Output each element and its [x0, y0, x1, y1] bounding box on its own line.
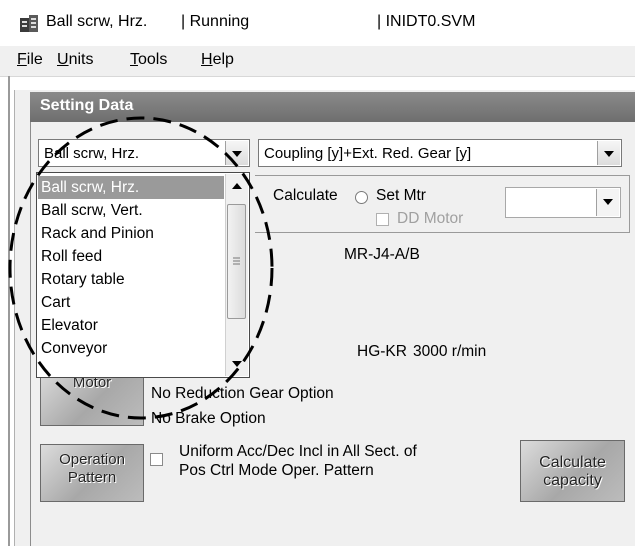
- list-item[interactable]: Roll feed: [38, 245, 224, 268]
- list-item[interactable]: Rotary table: [38, 268, 224, 291]
- amplifier-model: MR-J4-A/B: [344, 246, 420, 263]
- mechanism-select-value: Ball scrw, Hrz.: [44, 145, 140, 162]
- dd-motor-checkbox[interactable]: [376, 213, 389, 226]
- menu-units[interactable]: Units: [57, 51, 93, 69]
- brake-option-text: No Brake Option: [151, 410, 266, 427]
- calculate-radio-label[interactable]: Calculate: [273, 187, 338, 205]
- list-item[interactable]: Elevator: [38, 314, 224, 337]
- menu-help[interactable]: Help: [201, 51, 234, 69]
- window-file: | INIDT0.SVM: [377, 13, 476, 30]
- operation-pattern-button[interactable]: Operation Pattern: [40, 444, 144, 502]
- set-motor-radio[interactable]: [355, 191, 368, 204]
- window-frame: [8, 76, 10, 546]
- menu-tools[interactable]: Tools: [130, 51, 167, 69]
- coupling-select[interactable]: Coupling [y]+Ext. Red. Gear [y]: [258, 139, 622, 167]
- scroll-thumb[interactable]: [227, 204, 246, 319]
- chevron-down-icon[interactable]: [597, 141, 620, 165]
- list-item[interactable]: Rack and Pinion: [38, 222, 224, 245]
- uniform-accdec-checkbox[interactable]: [150, 453, 163, 466]
- window-title: Ball scrw, Hrz.: [46, 13, 148, 30]
- dropdown-scrollbar[interactable]: [225, 174, 248, 376]
- motor-model-select[interactable]: [505, 187, 621, 218]
- app-icon: [20, 15, 38, 32]
- list-item[interactable]: Conveyor: [38, 337, 224, 360]
- dd-motor-label: DD Motor: [397, 210, 464, 227]
- chevron-down-icon[interactable]: [225, 141, 248, 165]
- menu-bar: [0, 46, 635, 77]
- mechanism-select[interactable]: Ball scrw, Hrz.: [38, 139, 250, 167]
- scroll-up-icon[interactable]: [226, 176, 248, 196]
- scroll-down-icon[interactable]: [226, 354, 248, 374]
- menu-file[interactable]: File: [17, 51, 43, 69]
- gear-option-text: No Reduction Gear Option: [151, 385, 334, 402]
- setting-data-header: Setting Data: [30, 92, 635, 122]
- set-motor-label: Set Mtr: [376, 187, 426, 204]
- motor-series: HG-KR: [357, 343, 407, 360]
- list-item[interactable]: Ball scrw, Hrz.: [38, 176, 224, 199]
- calculate-capacity-button[interactable]: Calculate capacity: [520, 440, 625, 502]
- list-item[interactable]: Ball scrw, Vert.: [38, 199, 224, 222]
- chevron-down-icon[interactable]: [596, 189, 619, 216]
- motor-speed: 3000 r/min: [413, 343, 487, 360]
- uniform-label-line1: Uniform Acc/Dec Incl in All Sect. of: [179, 443, 417, 460]
- coupling-select-value: Coupling [y]+Ext. Red. Gear [y]: [264, 145, 472, 162]
- mechanism-dropdown-list[interactable]: Ball scrw, Hrz. Ball scrw, Vert. Rack an…: [36, 172, 250, 378]
- list-item[interactable]: Cart: [38, 291, 224, 314]
- uniform-label-line2: Pos Ctrl Mode Oper. Pattern: [179, 462, 374, 479]
- window-status: | Running: [181, 13, 250, 30]
